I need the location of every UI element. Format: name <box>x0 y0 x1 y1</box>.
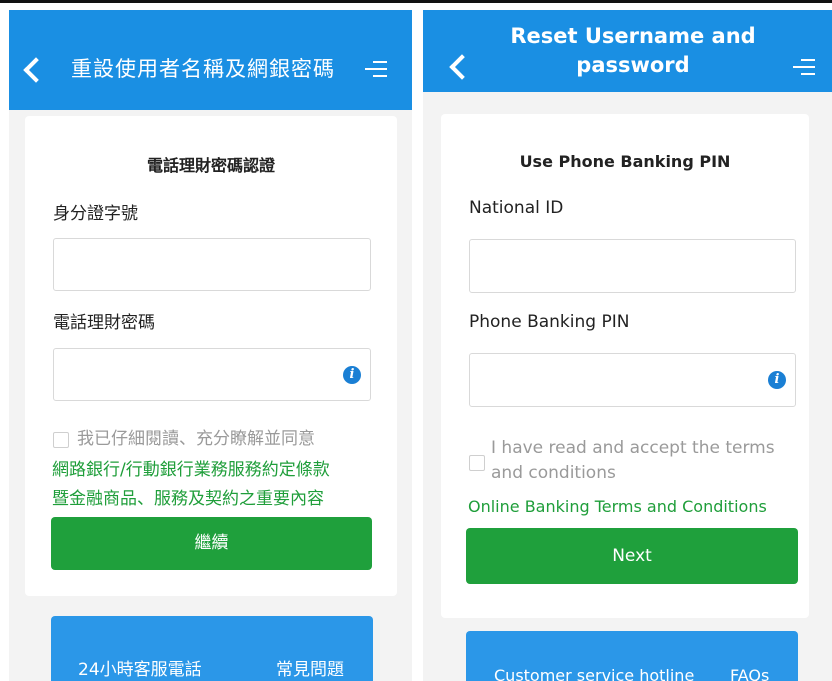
page-title-line1: Reset Username and <box>510 24 756 48</box>
hotline-link[interactable]: Customer service hotline <box>494 666 694 681</box>
panel-english: Reset Username and password Use Phone Ba… <box>423 10 832 681</box>
page-title: 重設使用者名稱及網銀密碼 <box>71 57 335 81</box>
page-title-line2: password <box>576 53 690 77</box>
menu-icon[interactable] <box>365 59 387 79</box>
back-arrow-icon[interactable] <box>23 57 49 83</box>
national-id-label: National ID <box>469 198 564 218</box>
national-id-input[interactable] <box>469 239 796 293</box>
info-icon[interactable]: i <box>343 366 361 384</box>
pin-label: Phone Banking PIN <box>469 312 630 332</box>
panel-chinese: 重設使用者名稱及網銀密碼 電話理財密碼認證 身分證字號 電話理財密碼 i 我已仔… <box>9 10 412 681</box>
auth-card: Use Phone Banking PIN National ID Phone … <box>441 114 809 618</box>
terms-link-line2[interactable]: 暨金融商品、服務及契約之重要內容 <box>52 485 324 514</box>
terms-text: 我已仔細閱讀、充分瞭解並同意 <box>77 429 315 449</box>
footer-bar: Customer service hotline FAQs <box>466 631 798 681</box>
terms-text-line1: I have read and accept the terms <box>491 438 775 458</box>
continue-button[interactable]: 繼續 <box>51 517 372 570</box>
hotline-link[interactable]: 24小時客服電話 <box>78 655 202 680</box>
header: Reset Username and password <box>423 10 832 92</box>
header: 重設使用者名稱及網銀密碼 <box>9 10 412 110</box>
pin-input[interactable]: i <box>53 348 371 401</box>
faq-link[interactable]: FAQs <box>730 666 769 681</box>
info-icon[interactable]: i <box>768 371 786 389</box>
back-arrow-icon[interactable] <box>449 54 475 80</box>
menu-icon[interactable] <box>793 57 815 77</box>
card-title: 電話理財密碼認證 <box>146 156 275 175</box>
terms-checkbox[interactable] <box>469 455 485 471</box>
terms-text: I have read and accept the terms and con… <box>491 436 775 486</box>
terms-link[interactable]: Online Banking Terms and Conditions <box>468 492 767 521</box>
pin-input[interactable]: i <box>469 353 796 407</box>
footer-bar: 24小時客服電話 常見問題 <box>51 616 373 681</box>
faq-link[interactable]: 常見問題 <box>276 655 344 680</box>
terms-checkbox[interactable] <box>53 432 69 448</box>
national-id-label: 身分證字號 <box>53 204 138 224</box>
card-title: Use Phone Banking PIN <box>519 152 731 171</box>
pin-label: 電話理財密碼 <box>53 313 155 333</box>
terms-link-line1[interactable]: 網路銀行/行動銀行業務服務約定條款 <box>52 456 330 485</box>
national-id-input[interactable] <box>53 238 371 291</box>
auth-card: 電話理財密碼認證 身分證字號 電話理財密碼 i 我已仔細閱讀、充分瞭解並同意 網… <box>25 116 397 596</box>
terms-text-line2: and conditions <box>491 463 616 483</box>
next-button[interactable]: Next <box>466 528 798 584</box>
top-border <box>0 0 832 3</box>
page-title: Reset Username and password <box>483 22 783 80</box>
